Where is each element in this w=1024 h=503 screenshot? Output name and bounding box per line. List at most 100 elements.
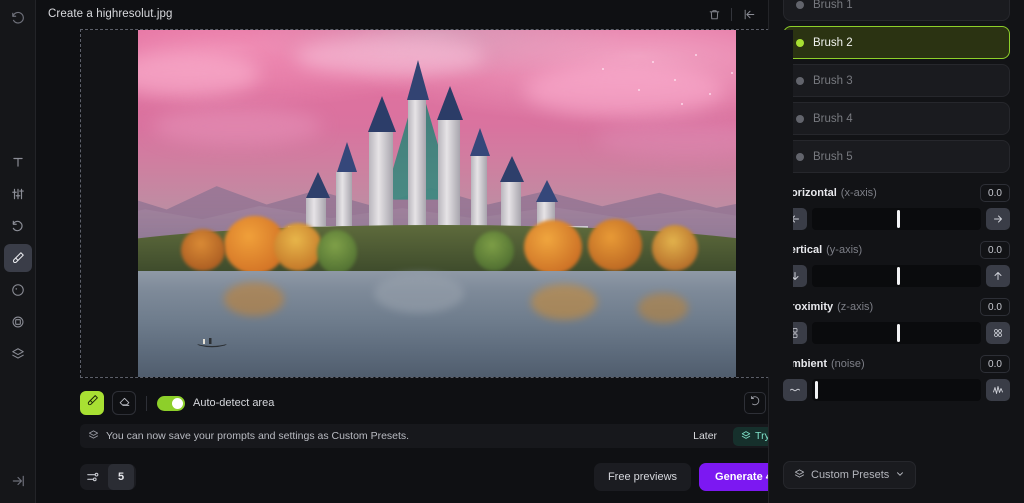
slider-thumb[interactable] <box>815 381 819 399</box>
page-title: Create a highresolut.jpg <box>48 8 173 20</box>
generated-image[interactable] <box>81 30 793 377</box>
generate-bar: 5 Free previews Generate 4s <box>80 460 794 493</box>
slider-track[interactable] <box>812 322 981 344</box>
brush-item-1[interactable]: Brush 1 <box>783 0 1010 21</box>
slider-controls <box>783 208 1010 230</box>
brush-dot-icon <box>796 38 804 47</box>
rail-tool-list <box>3 148 32 368</box>
generate-actions: Free previews Generate 4s <box>593 462 794 491</box>
sidebar-item-layers-tool[interactable] <box>4 340 32 368</box>
auto-detect-toggle[interactable] <box>157 395 185 411</box>
brush-icon <box>86 394 99 412</box>
sidebar-item-text-tool[interactable] <box>4 148 32 176</box>
rotate-icon <box>11 219 25 233</box>
sidebar-item-shape-tool[interactable] <box>4 308 32 336</box>
brush-item-2[interactable]: Brush 2 <box>783 26 1010 59</box>
eraser-tool-button[interactable] <box>112 391 136 415</box>
presets-stack-icon <box>88 427 99 445</box>
main-area: Create a highresolut.jpg Auto-detect are… <box>36 0 794 503</box>
slider-controls <box>783 322 1010 344</box>
later-button[interactable]: Later <box>685 427 725 445</box>
slider-value[interactable]: 0.0 <box>980 184 1010 202</box>
slider-sublabel: (x-axis) <box>840 187 877 199</box>
toolstrip-divider <box>146 395 147 411</box>
slider-thumb[interactable] <box>896 324 900 342</box>
brush-dot-icon <box>796 76 804 85</box>
brush-dot-icon <box>796 152 804 161</box>
wave-flat-icon[interactable] <box>783 379 807 401</box>
slider-proximity: Proximity (z-axis) 0.0 <box>783 298 1010 344</box>
slider-vertical: Vertical (y-axis) 0.0 <box>783 241 1010 287</box>
expand-right-icon[interactable] <box>4 467 32 495</box>
right-panel: Brush 1 Brush 2 Brush 3 Brush 4 Brush 5 <box>768 0 1024 503</box>
history-button[interactable] <box>0 4 35 32</box>
slider-value[interactable]: 0.0 <box>980 298 1010 316</box>
brush-item-3[interactable]: Brush 3 <box>783 64 1010 97</box>
arrow-right-icon[interactable] <box>986 208 1010 230</box>
image-rowboat <box>195 335 229 348</box>
wave-high-icon[interactable] <box>986 379 1010 401</box>
slider-ambient: Ambient (noise) 0.0 <box>783 355 1010 401</box>
settings-sliders-icon[interactable] <box>80 464 106 490</box>
slider-thumb[interactable] <box>896 267 900 285</box>
slider-track[interactable] <box>812 208 981 230</box>
slider-sublabel: (z-axis) <box>837 301 874 313</box>
brush-item-5[interactable]: Brush 5 <box>783 140 1010 173</box>
presets-stack-icon <box>794 468 805 482</box>
slider-value[interactable]: 0.0 <box>980 355 1010 373</box>
header-divider <box>731 7 732 21</box>
slider-header: Ambient (noise) 0.0 <box>783 355 1010 373</box>
free-previews-button[interactable]: Free previews <box>593 462 692 491</box>
sidebar-item-rotate-tool[interactable] <box>4 212 32 240</box>
far-grid-icon[interactable] <box>986 322 1010 344</box>
presets-stack-icon <box>741 430 751 443</box>
slider-controls <box>783 265 1010 287</box>
left-rail <box>0 0 36 503</box>
slider-sublabel: (noise) <box>831 358 865 370</box>
canvas-selection-frame[interactable] <box>80 29 794 378</box>
brush-label: Brush 1 <box>813 0 853 11</box>
slider-thumb[interactable] <box>896 210 900 228</box>
presets-notice-banner: You can now save your prompts and settin… <box>80 424 794 448</box>
trash-icon[interactable] <box>703 3 725 25</box>
output-count-value[interactable]: 5 <box>108 463 134 490</box>
slider-header: Vertical (y-axis) 0.0 <box>783 241 1010 259</box>
sidebar-item-palette-tool[interactable] <box>4 276 32 304</box>
slider-horizontal: Horizontal (x-axis) 0.0 <box>783 184 1010 230</box>
custom-presets-label: Custom Presets <box>811 469 890 481</box>
app-root: Create a highresolut.jpg Auto-detect are… <box>0 0 1024 503</box>
brush-tool-button[interactable] <box>80 391 104 415</box>
sidebar-item-adjustments-tool[interactable] <box>4 180 32 208</box>
brush-label: Brush 4 <box>813 112 853 125</box>
undo-button[interactable] <box>744 392 766 414</box>
slider-header: Proximity (z-axis) 0.0 <box>783 298 1010 316</box>
collapse-panel-icon[interactable] <box>738 3 760 25</box>
canvas-letterbox-left <box>81 30 138 377</box>
slider-track[interactable] <box>812 265 981 287</box>
brush-dot-icon <box>796 114 804 123</box>
slider-value[interactable]: 0.0 <box>980 241 1010 259</box>
undo-icon <box>749 394 761 412</box>
output-count-group[interactable]: 5 <box>80 463 136 490</box>
document-header: Create a highresolut.jpg <box>36 0 768 28</box>
document-header-actions <box>703 3 760 25</box>
text-icon <box>11 155 25 169</box>
brush-label: Brush 2 <box>813 36 853 49</box>
layers-icon <box>11 347 25 361</box>
custom-presets-button[interactable]: Custom Presets <box>783 461 917 489</box>
palette-icon <box>11 283 25 297</box>
brush-list: Brush 1 Brush 2 Brush 3 Brush 4 Brush 5 <box>783 0 1010 173</box>
shape-icon <box>11 315 25 329</box>
brush-item-4[interactable]: Brush 4 <box>783 102 1010 135</box>
brush-label: Brush 5 <box>813 150 853 163</box>
brush-label: Brush 3 <box>813 74 853 87</box>
sidebar-item-brush-tool[interactable] <box>3 244 32 272</box>
arrow-up-icon[interactable] <box>986 265 1010 287</box>
slider-track[interactable] <box>812 379 981 401</box>
history-undo-icon[interactable] <box>4 4 32 32</box>
collapse-rail-button[interactable] <box>4 467 32 495</box>
slider-header: Horizontal (x-axis) 0.0 <box>783 184 1010 202</box>
brush-icon <box>11 251 25 265</box>
brush-dot-icon <box>796 0 804 9</box>
chevron-down-icon <box>895 469 905 482</box>
